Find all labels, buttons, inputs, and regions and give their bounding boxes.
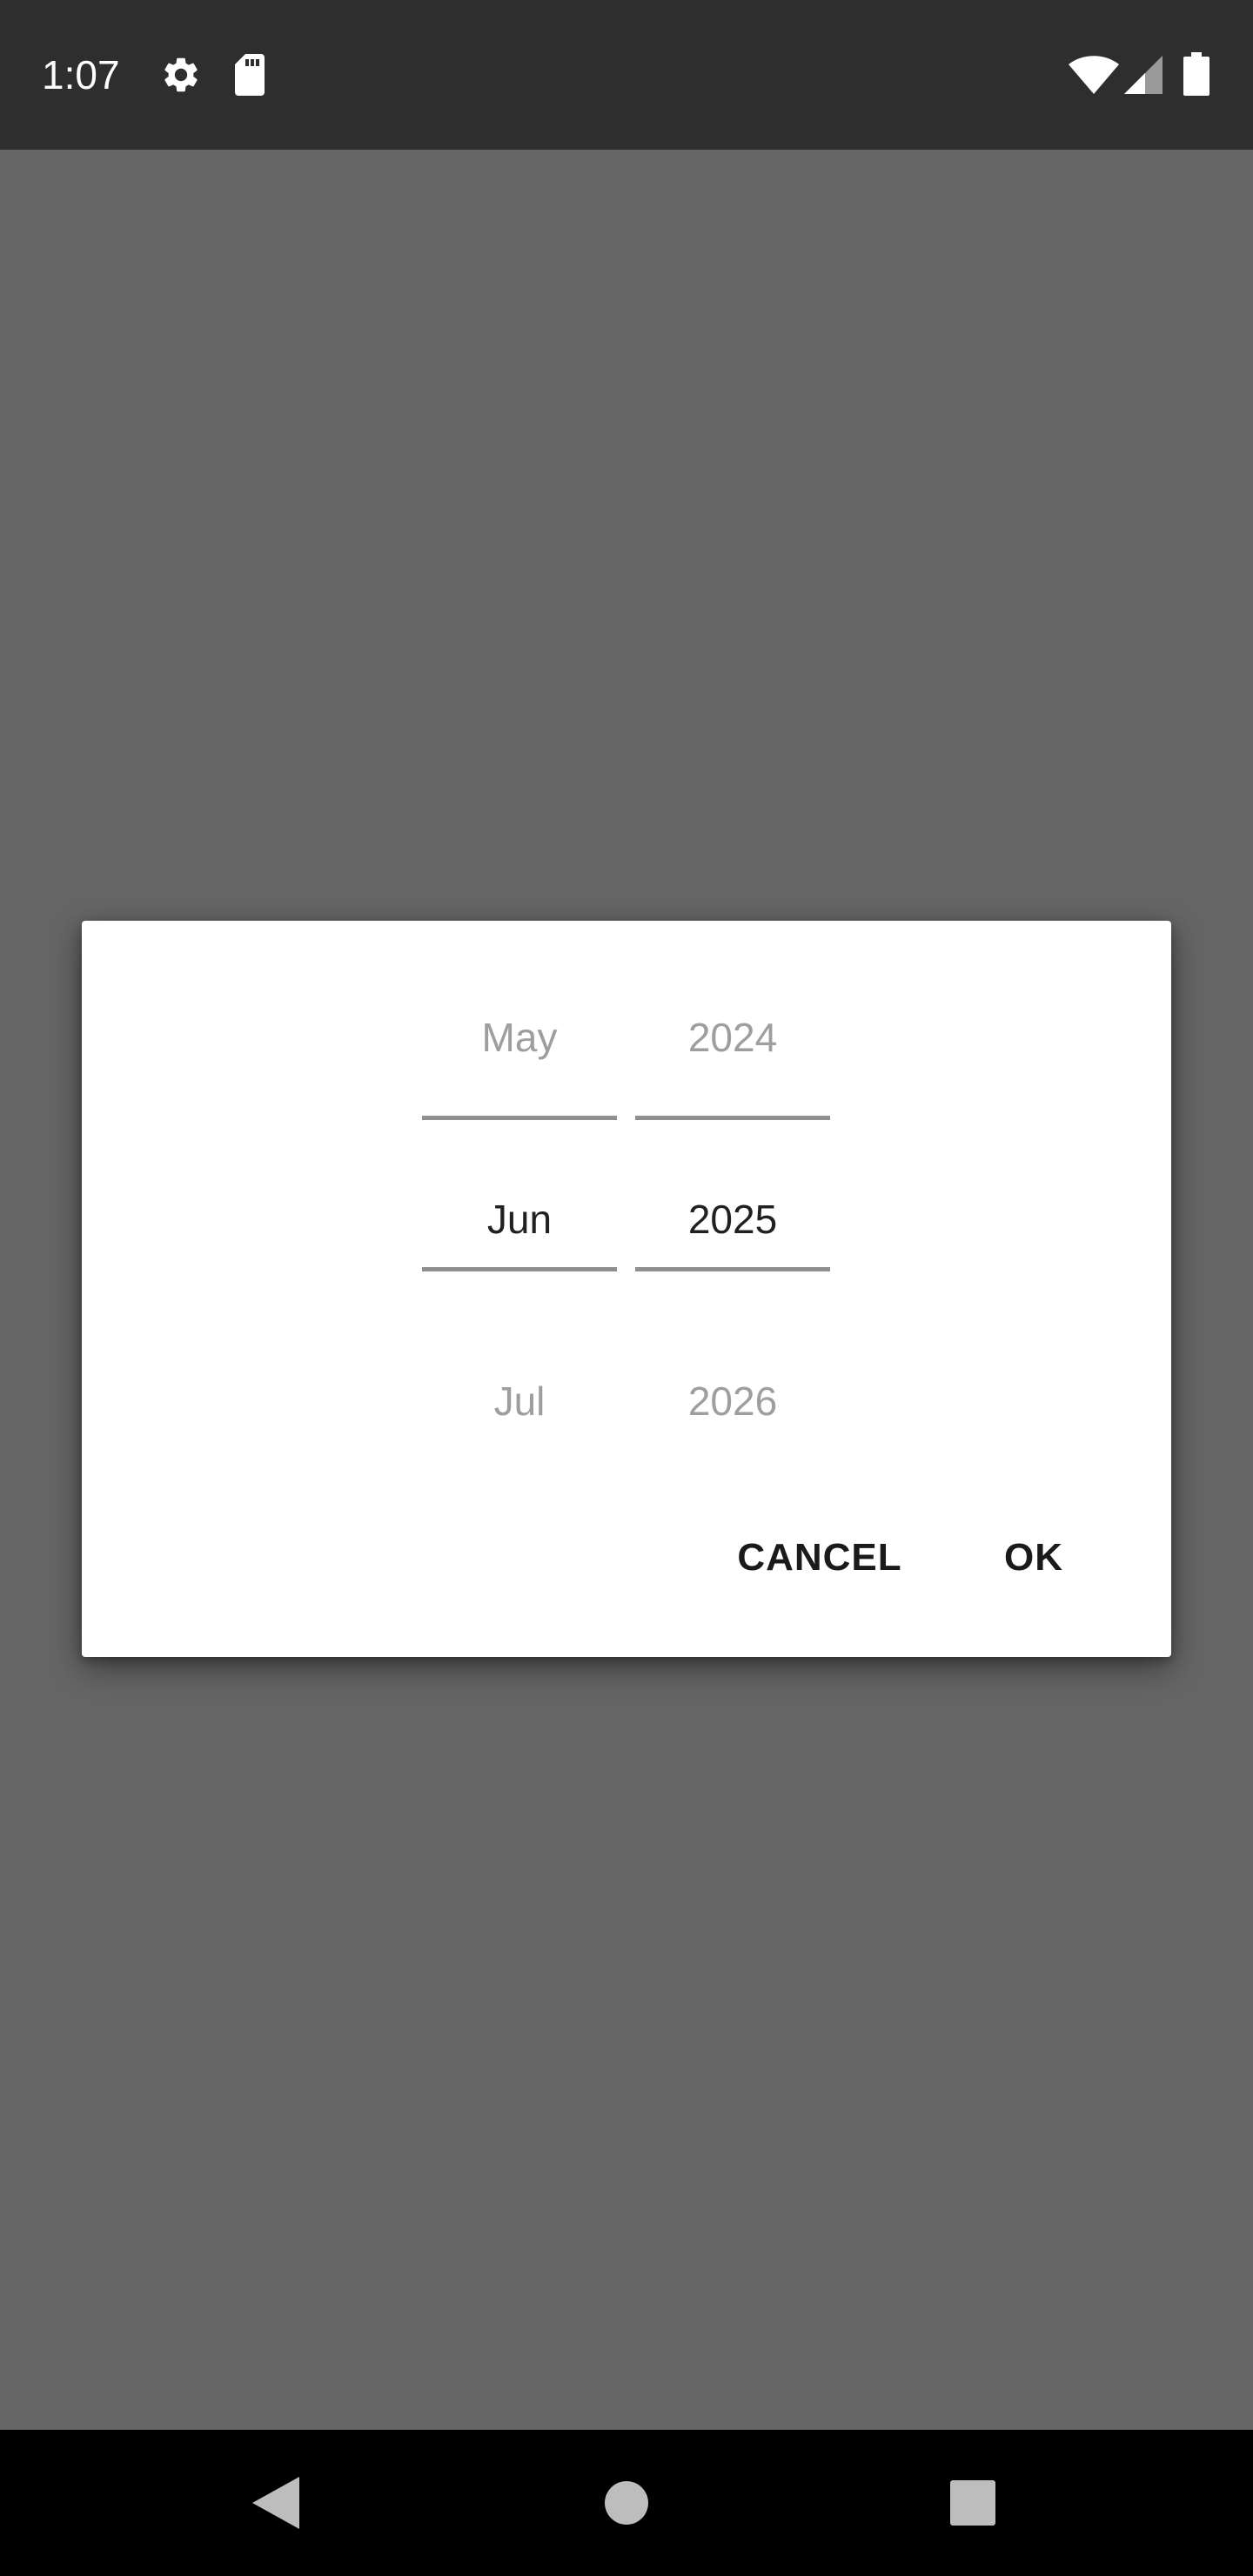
year-divider-top [635, 1116, 830, 1120]
back-icon[interactable] [252, 2477, 299, 2529]
wifi-icon [1069, 56, 1119, 94]
cancel-button[interactable]: CANCEL [726, 1523, 914, 1593]
home-icon[interactable] [604, 2480, 649, 2526]
battery-icon [1183, 52, 1209, 96]
month-next[interactable]: Jul [422, 1375, 617, 1427]
sd-card-icon [235, 54, 265, 96]
month-selected[interactable]: Jun [422, 1193, 617, 1245]
signal-icon [1124, 56, 1163, 94]
status-bar: 1:07 [0, 0, 1253, 150]
screen: 1:07 May Jun Jul 2024 2025 2026 CANCEL O… [0, 0, 1253, 2576]
month-previous[interactable]: May [422, 1011, 617, 1063]
year-previous[interactable]: 2024 [635, 1011, 830, 1063]
month-divider-top [422, 1116, 617, 1120]
year-divider-bottom [635, 1267, 830, 1271]
year-picker[interactable]: 2024 2025 2026 [635, 921, 830, 1460]
recents-icon[interactable] [950, 2480, 995, 2526]
year-selected[interactable]: 2025 [635, 1193, 830, 1245]
year-next[interactable]: 2026 [635, 1375, 830, 1427]
gear-icon [164, 57, 198, 92]
status-time: 1:07 [42, 52, 120, 97]
month-picker[interactable]: May Jun Jul [422, 921, 617, 1460]
date-picker-dialog: May Jun Jul 2024 2025 2026 CANCEL OK [82, 921, 1171, 1657]
month-divider-bottom [422, 1267, 617, 1271]
ok-button[interactable]: OK [990, 1523, 1077, 1593]
